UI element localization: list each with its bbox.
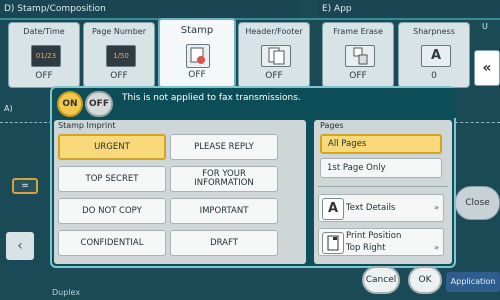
stamp-option-for-your-information[interactable]: FOR YOUR INFORMATION: [170, 166, 278, 192]
stamp-option-urgent[interactable]: URGENT: [58, 134, 166, 160]
text-details-button[interactable]: A Text Details »: [318, 194, 444, 222]
double-chevron-right-icon: »: [434, 243, 439, 252]
tab-label: Frame Erase: [333, 27, 383, 36]
print-position-button[interactable]: Print Position Top Right »: [318, 228, 444, 256]
tab-stamp[interactable]: Stamp OFF: [158, 18, 236, 88]
ok-button[interactable]: OK: [408, 266, 442, 294]
frame-erase-icon: [345, 45, 375, 67]
tab-page-number[interactable]: Page Number 1/50 OFF: [83, 22, 155, 88]
print-position-label: Print Position: [346, 231, 402, 241]
tab-label: Header/Footer: [245, 27, 303, 36]
tab-label: Stamp: [180, 25, 214, 36]
tab-label: Sharpness: [413, 27, 455, 36]
page-number-icon: 1/50: [106, 45, 136, 67]
divider: [455, 122, 500, 130]
tab-value: OFF: [188, 70, 206, 80]
tab-frame-erase[interactable]: Frame Erase OFF: [322, 22, 394, 88]
chevron-left-icon[interactable]: ‹: [6, 232, 34, 260]
stamp-option-confidential[interactable]: CONFIDENTIAL: [58, 230, 166, 256]
sharpness-icon: A: [421, 45, 451, 67]
tab-value: OFF: [265, 71, 283, 81]
tab-value: OFF: [349, 71, 367, 81]
stamp-imprint-title: Stamp Imprint: [58, 121, 116, 130]
application-button[interactable]: Application: [446, 272, 500, 292]
tab-label: Date/Time: [23, 27, 65, 36]
cancel-button[interactable]: Cancel: [362, 266, 400, 294]
section-header-stamp-composition: D) Stamp/Composition: [0, 0, 300, 18]
tab-value: 0: [431, 71, 437, 81]
stamp-option-do-not-copy[interactable]: DO NOT COPY: [58, 198, 166, 224]
pages-option-all[interactable]: All Pages: [320, 134, 442, 154]
off-toggle[interactable]: OFF: [85, 91, 113, 117]
divider: [318, 186, 448, 187]
tab-value: OFF: [110, 71, 128, 81]
stamp-icon: [186, 44, 210, 68]
double-chevron-right-icon: »: [434, 203, 439, 212]
stamp-option-please-reply[interactable]: PLEASE REPLY: [170, 134, 278, 160]
pages-title: Pages: [320, 121, 344, 130]
pages-option-first-only[interactable]: 1st Page Only: [320, 158, 442, 178]
close-button[interactable]: Close: [455, 186, 500, 220]
header-divider: [0, 18, 500, 20]
section-header-app: E) App: [318, 0, 500, 18]
duplex-label: Duplex: [52, 288, 81, 297]
tab-date-time[interactable]: Date/Time 01/23 OFF: [8, 22, 80, 88]
print-position-icon: [322, 232, 344, 254]
scroll-left-button[interactable]: «: [474, 50, 500, 86]
on-toggle[interactable]: ON: [57, 91, 83, 117]
stamp-option-important[interactable]: IMPORTANT: [170, 198, 278, 224]
section-a-label: A): [4, 104, 13, 113]
print-position-value: Top Right: [346, 243, 386, 253]
unit-label: U: [482, 22, 488, 31]
info-message: This is not applied to fax transmissions…: [122, 93, 301, 103]
header-footer-icon: [261, 45, 291, 67]
stamp-option-top-secret[interactable]: TOP SECRET: [58, 166, 166, 192]
setting-indicator[interactable]: =: [12, 178, 38, 194]
letter-a-icon: A: [322, 198, 344, 220]
date-time-icon: 01/23: [31, 45, 61, 67]
tab-header-footer[interactable]: Header/Footer OFF: [238, 22, 310, 88]
tab-label: Page Number: [91, 27, 147, 36]
divider: [0, 122, 52, 130]
tab-sharpness[interactable]: Sharpness A 0: [398, 22, 470, 88]
stamp-option-draft[interactable]: DRAFT: [170, 230, 278, 256]
tab-value: OFF: [35, 71, 53, 81]
text-details-label: Text Details: [346, 203, 396, 213]
